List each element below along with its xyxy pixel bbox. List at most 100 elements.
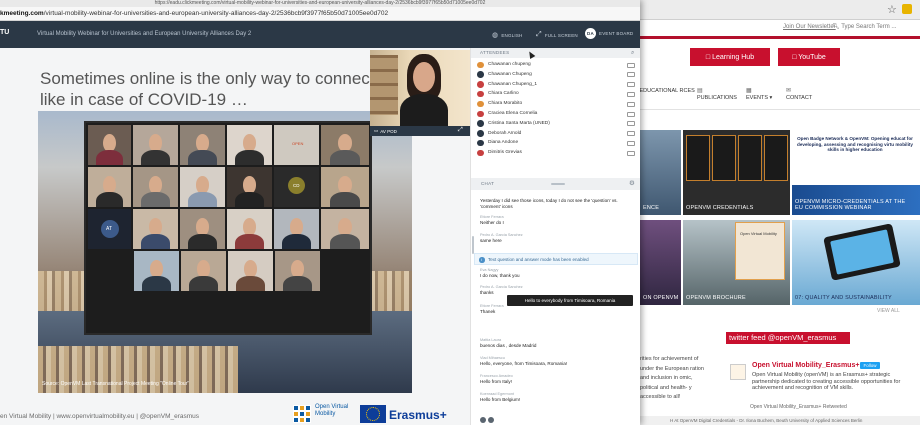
tile-micro-credentials[interactable]: OPENVM MICRO-CREDENTIALS AT THE EU COMMI… [792,185,920,215]
message-tooltip: Hello to everybody from Timisoara, Roman… [507,295,633,306]
presenter-video[interactable]: ▭ AV POD ⤢ [370,50,470,136]
gear-icon[interactable]: ⚙ [629,179,635,187]
newsletter-link[interactable]: Join Our Newsletter [783,24,836,30]
chat-message-text: Neither do I [480,220,504,225]
attendee-name: Chawanan Chupeng_1 [488,81,538,87]
address-bar[interactable]: kmeeting.com/virtual-mobility-webinar-fo… [0,7,640,21]
attendee-row[interactable]: Chawanan chupeng [471,60,640,70]
camera-icon[interactable] [627,82,635,88]
site-top-accent-bar [640,36,920,39]
language-button[interactable]: ◍ ENGLISH [492,31,522,39]
side-panel: ATTENDEES ⌕ Chawanan chupeng Chawanan Chup… [470,48,640,425]
view-all-link[interactable]: VIEW ALL [877,308,900,314]
attendee-name: Chiara Morabito [488,101,523,107]
search-icon[interactable]: ⌕ [631,48,635,58]
chat-message: Yesterday I did see those icons, today I… [480,198,630,210]
participant-tile: CD [274,167,319,207]
participant-tile [227,167,272,207]
chat-input-area[interactable] [471,416,640,425]
tile-open-badge-network[interactable]: Open Badge Network & OpenVM: Opening edu… [792,130,920,185]
avatar [477,139,484,147]
ov-logo-text: Open Virtual Mobility [315,404,349,417]
tile-caption: ON OPENVM [643,295,679,301]
chat-message: Koenraad Egermont Hello from Belgium! [480,392,630,403]
tile-openvm-credentials[interactable]: OPENVM CREDENTIALS [683,130,790,215]
camera-icon[interactable] [627,62,635,68]
app-header: TU Virtual Mobility Webinar for Universi… [0,21,640,48]
chat-header[interactable]: CHAT ⚙ [471,178,640,190]
open-virtual-mobility-logo: Open Virtual Mobility [293,403,353,425]
extension-icon[interactable] [902,4,912,14]
chat-message: Vlad Mihaescu Hello, everyone, from Timis… [480,356,630,367]
youtube-button[interactable]: □ YouTube [778,48,840,66]
nav-label: N EDUCATIONAL RCES [634,88,695,94]
screen: ☆ Join Our Newsletter 🔍︎ Type Search Ter… [0,0,920,425]
attendee-name: Chawanan chupeng [488,62,531,67]
tweet-author[interactable]: Open Virtual Mobility_Erasmus+ [752,362,859,369]
bookmark-star-icon[interactable]: ☆ [887,3,897,16]
tile-caption: ENCE [643,205,660,211]
presenter-torso [400,94,448,130]
site-search-field[interactable]: 🔍︎ Type Search Term ... [832,23,896,30]
presenter-face [413,62,435,92]
avatar [477,110,484,117]
photo-caption: Source: OpenVM Last Transnational Projec… [42,381,190,387]
site-tile-grid: ENCE OPENVM CREDENTIALS Open Badge Netwo… [640,130,920,310]
attendees-header-label: ATTENDEES [480,50,510,55]
tile-caption: OPENVM MICRO-CREDENTIALS AT THE EU COMMI… [795,199,906,211]
camera-icon[interactable] [627,140,635,146]
mail-icon: ✉ [786,88,792,94]
participant-tile [180,125,225,165]
tile-brochure-inset: Open Virtual Mobility [735,222,785,280]
attendee-row[interactable]: Diana Andone [471,138,640,148]
attendee-row[interactable]: Cristina Santa Marta (UNED) [471,119,640,129]
tile-caption: Open Virtual Mobility [740,231,777,236]
user-label: EVENT BOARD [599,31,634,36]
attendee-row[interactable]: Chawanan Chupeng_1 [471,80,640,90]
attendee-name: Diana Andone [488,140,519,146]
attach-icon[interactable] [488,417,494,423]
info-icon: i [479,257,485,263]
learning-hub-button[interactable]: □ Learning Hub [690,48,770,66]
panel-resize-handle[interactable] [551,183,565,185]
participant-tile [88,125,131,165]
tile-quality-sustainability[interactable]: 07: QUALITY AND SUSTAINABILITY [792,220,920,305]
nav-item-publications[interactable]: ▤ PUBLICATIONS [697,88,737,102]
event-title: Virtual Mobility Webinar for Universitie… [37,31,252,37]
camera-icon[interactable] [627,101,635,107]
nav-item-contact[interactable]: ✉ CONTACT [786,88,812,102]
camera-icon[interactable] [627,72,635,78]
participant-tile [133,167,178,207]
participant-initials: CD [293,183,300,188]
user-menu[interactable]: DA EVENT BOARD [585,28,633,39]
emoji-icon[interactable] [480,417,486,423]
camera-icon[interactable] [627,121,635,127]
nav-label: CONTACT [786,95,813,101]
participant-tile [133,125,178,165]
fullscreen-button[interactable]: ⤢ FULL SCREEN [536,31,578,39]
camera-icon[interactable] [627,91,635,97]
tile-caption: OPENVM BROCHURE [686,295,746,301]
attendee-row[interactable]: Chiara Carlino [471,89,640,99]
ov-logo-icon [293,405,311,423]
participant-tile [275,251,320,291]
avatar [477,90,484,98]
nav-item-events[interactable]: ▦ EVENTS ▾ [746,88,772,102]
nav-item-resources[interactable]: N EDUCATIONAL RCES [634,88,695,95]
camera-icon: ▭ [374,128,379,133]
camera-icon[interactable] [627,150,635,156]
attendee-row[interactable]: Chiara Morabito [471,99,640,109]
attendee-row[interactable]: Deborah Arnold [471,129,640,139]
chat-scrollbar[interactable] [472,236,474,254]
attendee-row[interactable]: Dimitris Grevias [471,148,640,158]
tile-on-openvm[interactable]: ON OPENVM [640,220,681,305]
expand-video-icon[interactable]: ⤢ [458,127,463,134]
camera-icon[interactable] [627,111,635,117]
attendee-row[interactable]: Chawanan Chupeng [471,70,640,80]
site-intro-text: rities for achievement of under the Euro… [640,356,704,400]
nav-label: PUBLICATIONS [697,95,737,101]
follow-button[interactable]: Follow [860,362,880,369]
camera-icon[interactable] [627,131,635,137]
tile-ence[interactable]: ENCE [640,130,681,215]
attendee-row[interactable]: Craciea Elena Cornelia [471,109,640,119]
